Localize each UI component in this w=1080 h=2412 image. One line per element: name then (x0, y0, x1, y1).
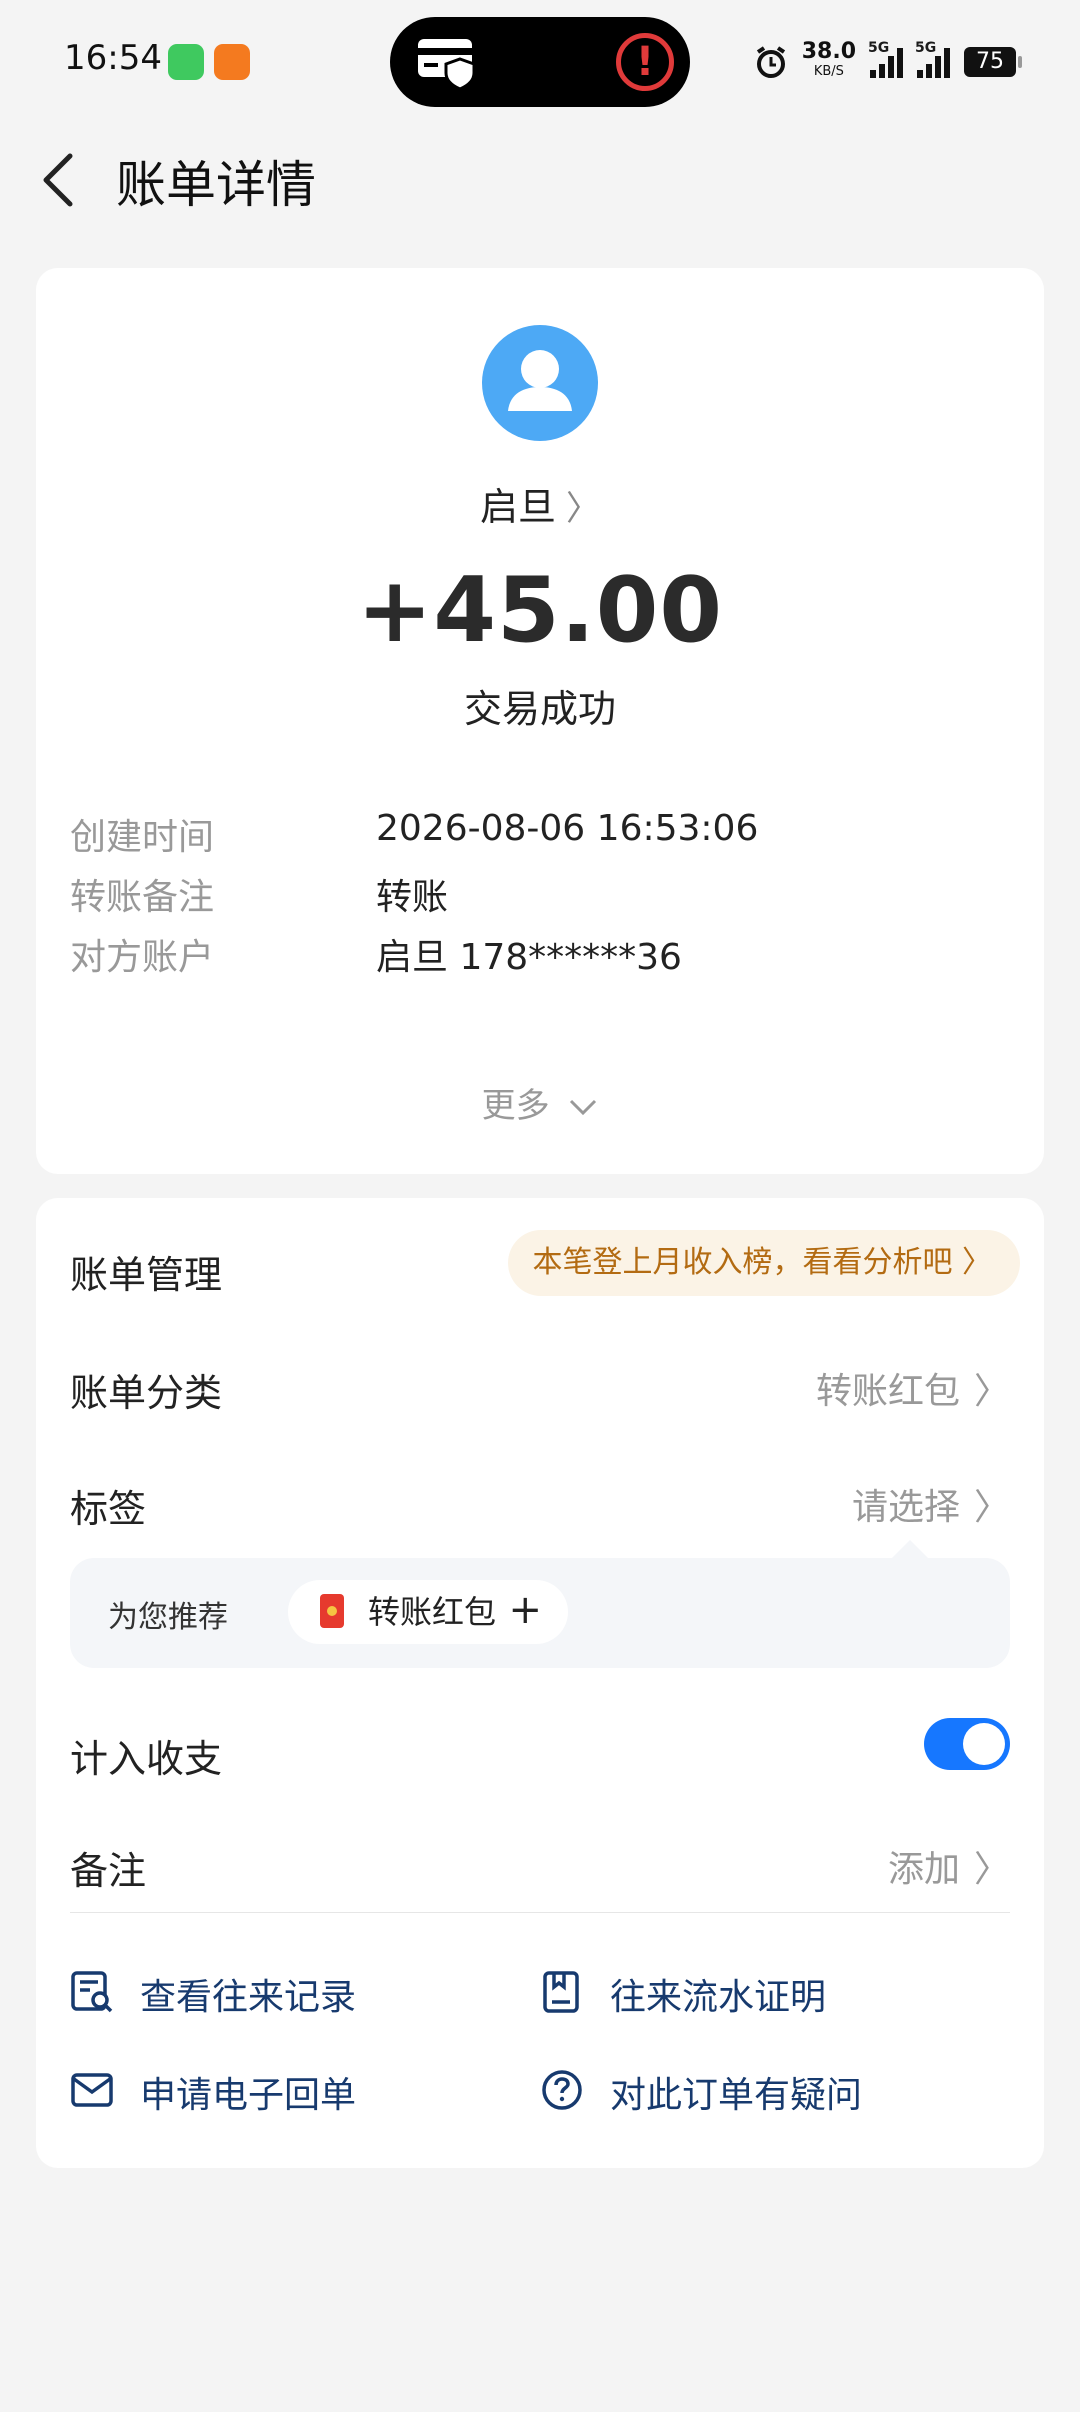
section-title: 账单管理 (70, 1253, 223, 1297)
category-label: 账单分类 (70, 1371, 223, 1415)
income-rank-promo[interactable]: 本笔登上月收入榜，看看分析吧 〉 (508, 1230, 1020, 1296)
counterparty-name[interactable]: 启旦〉 (36, 476, 1044, 531)
category-value: 转账红包 (815, 1371, 960, 1412)
avatar[interactable] (482, 325, 598, 441)
bill-management-row: 账单管理 本笔登上月收入榜，看看分析吧 〉 (70, 1230, 1020, 1299)
category-row[interactable]: 账单分类 转账红包〉 (70, 1362, 1010, 1417)
tag-value: 请选择 (851, 1487, 960, 1528)
question-icon (542, 2070, 582, 2110)
red-envelope-icon (320, 1594, 344, 1628)
status-bar: 16:54 ! 38.0 KB/S 5G 5G 75 (0, 0, 1080, 125)
chevron-right-icon: 〉 (973, 1371, 1010, 1412)
recommend-label: 为您推荐 (108, 1600, 228, 1635)
chevron-right-icon: 〉 (973, 1849, 1010, 1890)
records-search-icon (71, 1971, 113, 2013)
more-button[interactable]: 更多 (36, 1078, 1044, 1127)
tag-recommendations: 为您推荐 转账红包 + (70, 1540, 1010, 1668)
signal-5g-2-icon: 5G (915, 40, 950, 78)
tag-label: 标签 (70, 1487, 147, 1531)
tag-row[interactable]: 标签 请选择〉 (70, 1478, 1010, 1533)
transaction-amount: +45.00 (356, 558, 724, 663)
alarm-icon (756, 46, 785, 78)
status-time: 16:54 (64, 38, 162, 78)
taobao-app-icon (214, 44, 250, 80)
user-icon (508, 350, 572, 411)
dynamic-island[interactable]: ! (390, 17, 690, 107)
mail-icon (71, 2073, 113, 2107)
divider (70, 1912, 1010, 1913)
detail-value: 2026-08-06 16:53:06 (376, 808, 759, 849)
detail-label: 转账备注 (70, 877, 215, 918)
detail-value: 启旦 178******36 (376, 937, 682, 978)
chevron-right-icon: 〉 (962, 1245, 992, 1280)
transaction-status: 交易成功 (463, 687, 616, 731)
messages-app-icon (168, 44, 204, 80)
include-in-budget-row: 计入收支 (70, 1718, 1010, 1783)
alert-icon: ! (616, 33, 674, 91)
recommend-tag-chip[interactable]: 转账红包 + (288, 1580, 568, 1644)
note-value: 添加 (887, 1849, 960, 1890)
note-label: 备注 (70, 1849, 147, 1893)
chevron-right-icon: 〉 (973, 1487, 1010, 1528)
battery-icon: 75 (964, 47, 1022, 77)
net-speed: 38.0 KB/S (801, 39, 856, 80)
chip-label: 转账红包 (368, 1593, 497, 1631)
back-arrow-icon[interactable] (38, 150, 78, 210)
detail-value: 转账 (376, 877, 449, 918)
include-label: 计入收支 (70, 1737, 223, 1781)
chevron-down-icon (570, 1099, 597, 1116)
detail-label: 对方账户 (70, 937, 215, 978)
transaction-card: 启旦〉 +45.00 交易成功 创建时间 2026-08-06 16:53:06… (36, 268, 1044, 1174)
note-row[interactable]: 备注 添加〉 (70, 1840, 1010, 1895)
chevron-right-icon: 〉 (566, 489, 600, 529)
document-icon (543, 1971, 579, 2013)
plus-icon: + (508, 1587, 542, 1633)
include-toggle[interactable] (924, 1718, 1010, 1770)
bill-management-card: 账单管理 本笔登上月收入榜，看看分析吧 〉 账单分类 转账红包〉 标签 请选择〉… (36, 1198, 1044, 2168)
signal-5g-icon: 5G (868, 40, 903, 78)
detail-label: 创建时间 (70, 817, 215, 858)
card-shield-icon (418, 39, 476, 91)
page-title: 账单详情 (116, 156, 316, 214)
